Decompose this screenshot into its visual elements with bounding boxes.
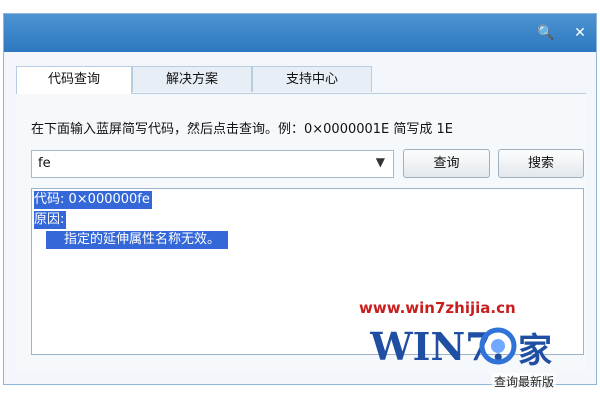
query-button[interactable]: 查询 (403, 149, 490, 178)
page: 🔍 ✕ 代码查询 解决方案 支持中心 在下面输入蓝屏简写代码，然后点击查询。例：… (0, 0, 600, 400)
code-input-value[interactable]: fe (38, 156, 51, 171)
tab-solutions[interactable]: 解决方案 (132, 66, 252, 92)
chevron-down-icon[interactable]: ▼ (376, 155, 385, 169)
tab-code-query[interactable]: 代码查询 (16, 66, 132, 94)
result-reason-text: 指定的延伸属性名称无效。 (46, 231, 229, 249)
title-bar: 🔍 ✕ (4, 14, 596, 52)
search-button[interactable]: 搜索 (498, 149, 584, 178)
instruction-text: 在下面输入蓝屏简写代码，然后点击查询。例：0×0000001E 简写成 1E (31, 122, 454, 137)
tab-support-center[interactable]: 支持中心 (252, 66, 372, 92)
win7-logo: WIN7. 家 (370, 324, 552, 371)
svg-text:WIN7.: WIN7. (370, 324, 505, 369)
bluescreen-code-query-window: 🔍 ✕ 代码查询 解决方案 支持中心 在下面输入蓝屏简写代码，然后点击查询。例：… (3, 13, 597, 390)
watermark-url: www.win7zhijia.cn (359, 299, 516, 317)
result-code-line: 代码: 0×000000fe (34, 191, 152, 209)
latest-version-label[interactable]: 查询最新版 (492, 373, 557, 390)
result-reason-label: 原因: (34, 211, 67, 229)
svg-text:家: 家 (518, 331, 552, 371)
close-icon[interactable]: ✕ (570, 23, 590, 43)
search-icon[interactable]: 🔍 (536, 23, 556, 43)
code-input-combobox[interactable]: fe ▼ (31, 150, 394, 178)
